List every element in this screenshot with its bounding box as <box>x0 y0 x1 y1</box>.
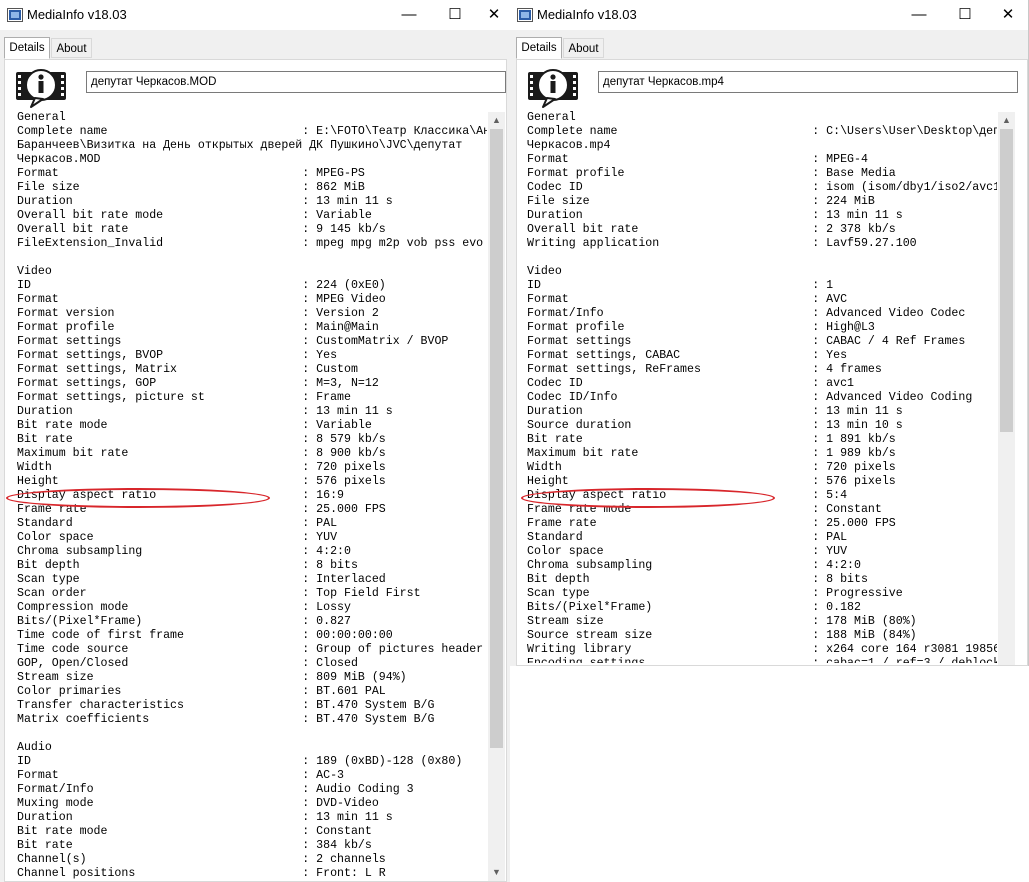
mediainfo-window-left: MediaInfo v18.03 — ☐ ✕ Details About деп… <box>0 0 510 882</box>
scroll-up-arrow-icon[interactable]: ▲ <box>488 112 505 129</box>
window-title: MediaInfo v18.03 <box>537 7 637 22</box>
file-name-field[interactable]: депутат Черкасов.MOD <box>86 71 506 93</box>
highlight-oval-display-aspect-ratio <box>6 488 270 508</box>
media-details-text: General Complete name : C:\Users\User\De… <box>527 111 997 663</box>
title-bar[interactable]: MediaInfo v18.03 — ☐ ✕ <box>0 0 510 30</box>
scroll-up-arrow-icon[interactable]: ▲ <box>998 112 1015 129</box>
maximize-button[interactable]: ☐ <box>432 0 478 30</box>
scrollbar-thumb[interactable] <box>1000 129 1013 432</box>
vertical-scrollbar[interactable]: ▲ <box>998 112 1015 665</box>
tab-details[interactable]: Details <box>4 37 50 59</box>
scroll-down-arrow-icon[interactable]: ▼ <box>488 864 505 881</box>
file-name-field[interactable]: депутат Черкасов.mp4 <box>598 71 1018 93</box>
mediainfo-logo-icon <box>528 69 578 108</box>
close-button[interactable]: ✕ <box>478 0 510 30</box>
close-button[interactable]: ✕ <box>988 0 1028 30</box>
highlight-oval-display-aspect-ratio <box>521 488 775 508</box>
scrollbar-thumb[interactable] <box>490 129 503 748</box>
mediainfo-app-icon <box>7 8 23 22</box>
mediainfo-logo-icon <box>16 69 66 108</box>
vertical-scrollbar[interactable]: ▲ ▼ <box>488 112 505 881</box>
tab-about[interactable]: About <box>51 38 92 58</box>
minimize-button[interactable]: — <box>386 0 432 30</box>
mediainfo-window-right: MediaInfo v18.03 — ☐ ✕ Details About деп… <box>510 0 1029 666</box>
details-panel: депутат Черкасов.mp4 General Complete na… <box>516 59 1028 666</box>
maximize-button[interactable]: ☐ <box>942 0 988 30</box>
tab-about[interactable]: About <box>563 38 604 58</box>
mediainfo-app-icon <box>517 8 533 22</box>
title-bar[interactable]: MediaInfo v18.03 — ☐ ✕ <box>510 0 1028 30</box>
details-panel: депутат Черкасов.MOD General Complete na… <box>4 59 507 882</box>
window-title: MediaInfo v18.03 <box>27 7 127 22</box>
tab-details[interactable]: Details <box>516 37 562 59</box>
minimize-button[interactable]: — <box>896 0 942 30</box>
